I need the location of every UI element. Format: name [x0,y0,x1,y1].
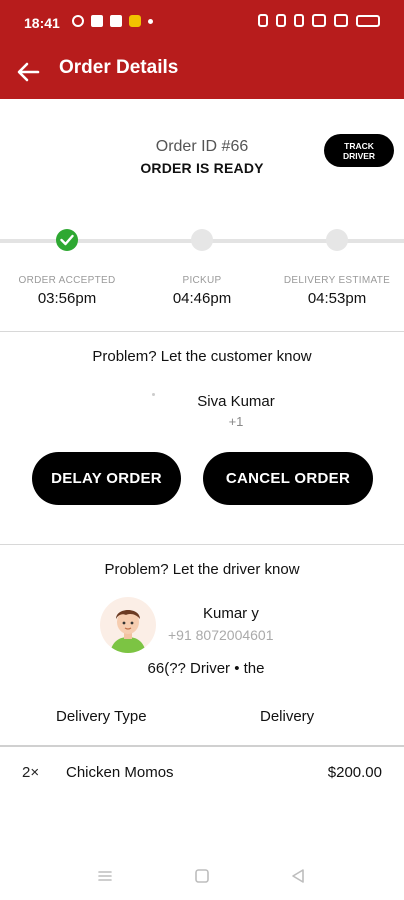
app-bar: Order Details [0,46,404,99]
list-item: 2× Chicken Momos $200.00 [0,745,404,800]
delivery-type-label: Delivery Type [56,708,147,725]
step-pickup-dot [191,229,213,251]
back-triangle-icon[interactable] [289,867,307,885]
divider [0,544,404,545]
message-icon [129,15,141,27]
step-time: 03:56pm [37,290,97,307]
driver-note: 66(?? Driver • the [147,660,265,677]
bluetooth-icon [258,14,268,27]
driver-name: Kumar y [203,605,259,622]
wifi-icon [312,14,326,27]
system-nav-bar [0,850,404,900]
driver-section-title: Problem? Let the driver know [104,561,300,578]
location-icon [294,14,304,27]
home-icon[interactable] [193,867,211,885]
step-label: ORDER ACCEPTED [18,275,116,286]
item-price: $200.00 [327,764,382,781]
item-quantity: 2× [22,764,40,781]
step-label: DELIVERY ESTIMATE [283,275,391,286]
customer-name: Siva Kumar [197,393,275,410]
page-title: Order Details [59,57,179,78]
driver-phone[interactable]: +91 8072004601 [168,627,274,643]
notification-icons [72,15,153,27]
vibrate-icon [276,14,286,27]
sync-icon [72,15,84,27]
item-name: Chicken Momos [66,764,174,781]
track-button-line2: DRIVER [342,150,376,161]
step-accepted-check-icon [56,229,78,251]
step-time: 04:46pm [172,290,232,307]
facebook-icon [110,15,122,27]
more-notifications-icon [148,18,153,24]
customer-phone[interactable]: +1 [0,414,404,429]
battery-icon [356,14,380,27]
step-delivery-dot [326,229,348,251]
divider [0,331,404,332]
customer-section-title: Problem? Let the customer know [92,348,312,365]
track-driver-button[interactable]: TRACK DRIVER [324,134,394,167]
status-time: 18:41 [24,15,60,31]
arrow-left-icon[interactable] [12,56,44,88]
cancel-order-button[interactable]: CANCEL ORDER [203,452,373,505]
step-label: PICKUP [182,275,222,286]
track-button-line1: TRACK [344,140,374,151]
delivery-type-value: Delivery [260,708,315,725]
delay-order-button[interactable]: DELAY ORDER [32,452,181,505]
menu-icon[interactable] [96,867,114,885]
status-bar: 18:41 [0,0,404,46]
app-notification-icon [91,15,103,27]
system-icons [258,14,380,27]
step-time: 04:53pm [307,290,367,307]
signal-icon [334,14,348,27]
driver-avatar [100,597,156,653]
